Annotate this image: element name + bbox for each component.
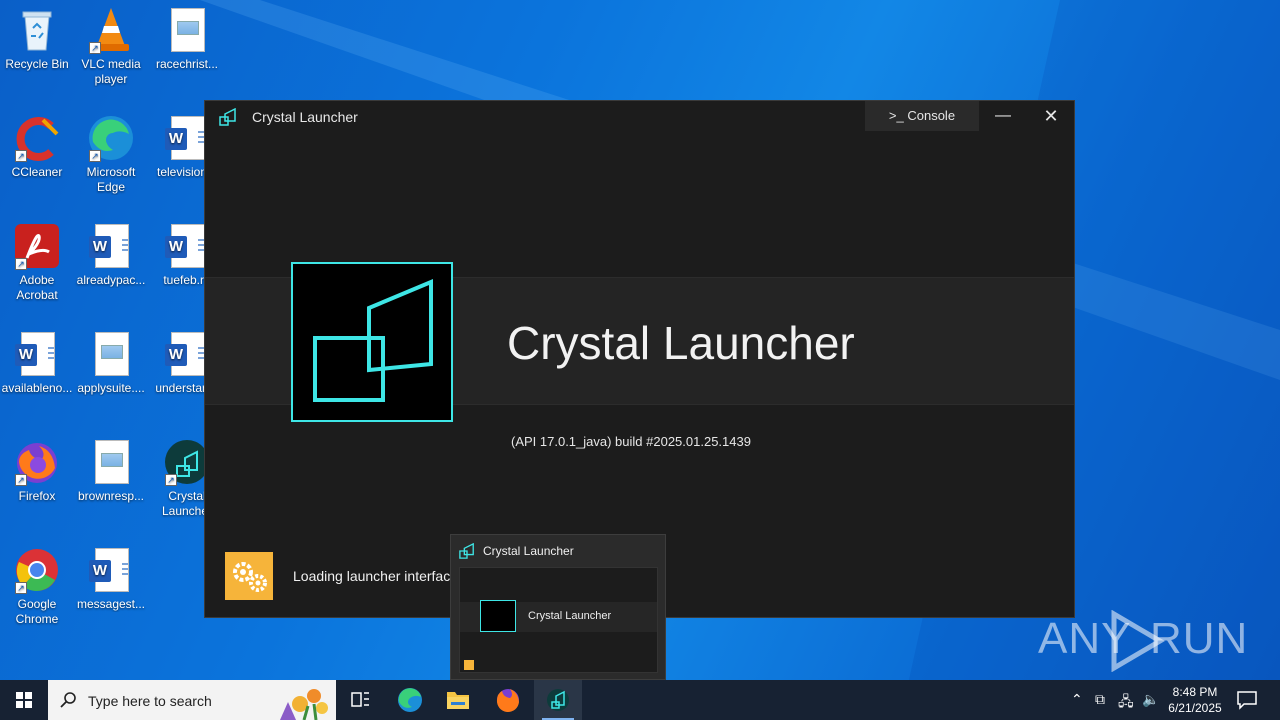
close-button[interactable]: ✕ <box>1028 101 1074 131</box>
firefox-icon: ↗ <box>13 438 61 486</box>
crystal-launcher-logo-icon <box>459 543 474 559</box>
build-info: (API 17.0.1_java) build #2025.01.25.1439 <box>511 434 751 449</box>
desktop-icon-label: brownresp... <box>77 489 145 503</box>
mini-app-name: Crystal Launcher <box>528 610 612 622</box>
image-file-icon <box>87 438 135 486</box>
desktop-icon-label: Firefox <box>18 489 56 503</box>
firefox-icon <box>496 689 519 713</box>
shortcut-arrow-icon: ↗ <box>15 582 27 594</box>
task-view-icon <box>351 692 369 707</box>
desktop-icon-label: Adobe Acrobat <box>16 273 58 302</box>
preview-title: Crystal Launcher <box>483 544 574 558</box>
shortcut-arrow-icon: ↗ <box>15 474 27 486</box>
word-document-icon: W <box>87 222 135 270</box>
desktop-icon-alreadypac[interactable]: W alreadypac... <box>74 222 148 288</box>
desktop-icon-firefox[interactable]: ↗ Firefox <box>0 438 74 504</box>
clock-time: 8:48 PM <box>1172 685 1218 699</box>
vlc-cone-icon: ↗ <box>87 6 135 54</box>
shortcut-arrow-icon: ↗ <box>15 258 27 270</box>
desktop-icon-label: racechrist... <box>155 57 218 71</box>
watermark-right: RUN <box>1150 614 1249 663</box>
shortcut-arrow-icon: ↗ <box>15 150 27 162</box>
notification-center-icon[interactable] <box>1236 690 1258 710</box>
desktop-icon-label: Recycle Bin <box>5 57 69 71</box>
clock-date: 6/21/2025 <box>1168 701 1222 715</box>
search-highlight-flowers-icon <box>280 689 328 720</box>
shortcut-arrow-icon: ↗ <box>165 474 177 486</box>
desktop-icon-racechrist[interactable]: racechrist... <box>150 6 224 72</box>
desktop-icon-label: Microsoft Edge <box>86 165 136 194</box>
word-document-icon: W <box>13 330 61 378</box>
console-button[interactable]: >_ Console <box>865 101 979 131</box>
shortcut-arrow-icon: ↗ <box>89 42 101 54</box>
desktop-icon-edge[interactable]: ↗ Microsoft Edge <box>74 114 148 195</box>
desktop-icon-label: alreadypac... <box>76 273 146 287</box>
folder-icon <box>447 692 469 709</box>
recycle-bin-icon <box>13 6 61 54</box>
image-file-icon <box>163 6 211 54</box>
desktop-icon-availableno[interactable]: W availableno... <box>0 330 74 396</box>
show-hidden-icons-chevron-icon[interactable]: ⌃ <box>1071 691 1083 708</box>
crystal-launcher-logo-icon <box>219 108 236 126</box>
taskbar-file-explorer[interactable] <box>434 680 482 720</box>
taskbar-edge[interactable] <box>386 680 434 720</box>
desktop-icon-recycle-bin[interactable]: Recycle Bin <box>0 6 74 72</box>
window-title: Crystal Launcher <box>252 109 358 125</box>
desktop-icon-messagest[interactable]: W messagest... <box>74 546 148 612</box>
image-file-icon <box>87 330 135 378</box>
network-icon[interactable]: 🖧 <box>1118 691 1134 715</box>
desktop-icon-google-chrome[interactable]: ↗ Google Chrome <box>0 546 74 627</box>
minimize-button[interactable]: — <box>980 101 1026 131</box>
window-titlebar[interactable]: Crystal Launcher >_ Console — ✕ <box>205 101 1074 132</box>
ccleaner-icon: ↗ <box>13 114 61 162</box>
desktop-icon-applysuite[interactable]: applysuite.... <box>74 330 148 396</box>
taskbar-crystal-launcher[interactable] <box>534 680 582 720</box>
search-icon <box>60 692 76 708</box>
desktop-icon-ccleaner[interactable]: ↗ CCleaner <box>0 114 74 180</box>
desktop-icon-label: VLC media player <box>81 57 141 86</box>
crystal-launcher-logo <box>291 262 453 422</box>
network-device-icon[interactable]: ⧉ <box>1095 691 1105 708</box>
loading-status-text: Loading launcher interface... <box>293 568 470 584</box>
app-name-heading: Crystal Launcher <box>507 317 855 369</box>
desktop-icon-brownresp[interactable]: brownresp... <box>74 438 148 504</box>
edge-icon: ↗ <box>87 114 135 162</box>
desktop-icon-label: applysuite.... <box>77 381 145 395</box>
desktop-icon-label: availableno... <box>1 381 73 395</box>
taskbar-search-box[interactable]: Type here to search <box>48 680 336 720</box>
desktop-icon-label: CCleaner <box>11 165 63 179</box>
desktop-icon-vlc[interactable]: ↗ VLC media player <box>74 6 148 87</box>
chrome-icon: ↗ <box>13 546 61 594</box>
desktop-icon-label: Google Chrome <box>15 597 59 626</box>
taskbar-firefox[interactable] <box>484 680 532 720</box>
volume-icon[interactable]: 🔈 <box>1142 691 1159 708</box>
start-button[interactable] <box>0 680 48 720</box>
desktop-icon-label: messagest... <box>76 597 146 611</box>
mini-gears-icon <box>464 660 474 670</box>
preview-window-thumbnail: Crystal Launcher <box>459 567 658 673</box>
desktop-icon-adobe-acrobat[interactable]: ↗ Adobe Acrobat <box>0 222 74 303</box>
edge-icon <box>398 688 422 712</box>
acrobat-icon: ↗ <box>13 222 61 270</box>
taskbar: Type here to search ⌃ ⧉ 🖧 🔈 8:48 PM 6/21… <box>0 680 1280 720</box>
crystal-logo-icon <box>313 278 433 402</box>
taskbar-clock[interactable]: 8:48 PM 6/21/2025 <box>1160 684 1230 716</box>
gears-icon <box>225 552 273 600</box>
windows-logo-icon <box>16 692 32 708</box>
word-document-icon: W <box>87 546 135 594</box>
task-view-button[interactable] <box>336 680 384 720</box>
shortcut-arrow-icon: ↗ <box>89 150 101 162</box>
mini-logo-icon <box>480 600 516 632</box>
search-placeholder: Type here to search <box>88 693 212 709</box>
crystal-launcher-icon <box>547 689 569 711</box>
taskbar-thumbnail-preview[interactable]: Crystal Launcher Crystal Launcher <box>450 534 666 680</box>
